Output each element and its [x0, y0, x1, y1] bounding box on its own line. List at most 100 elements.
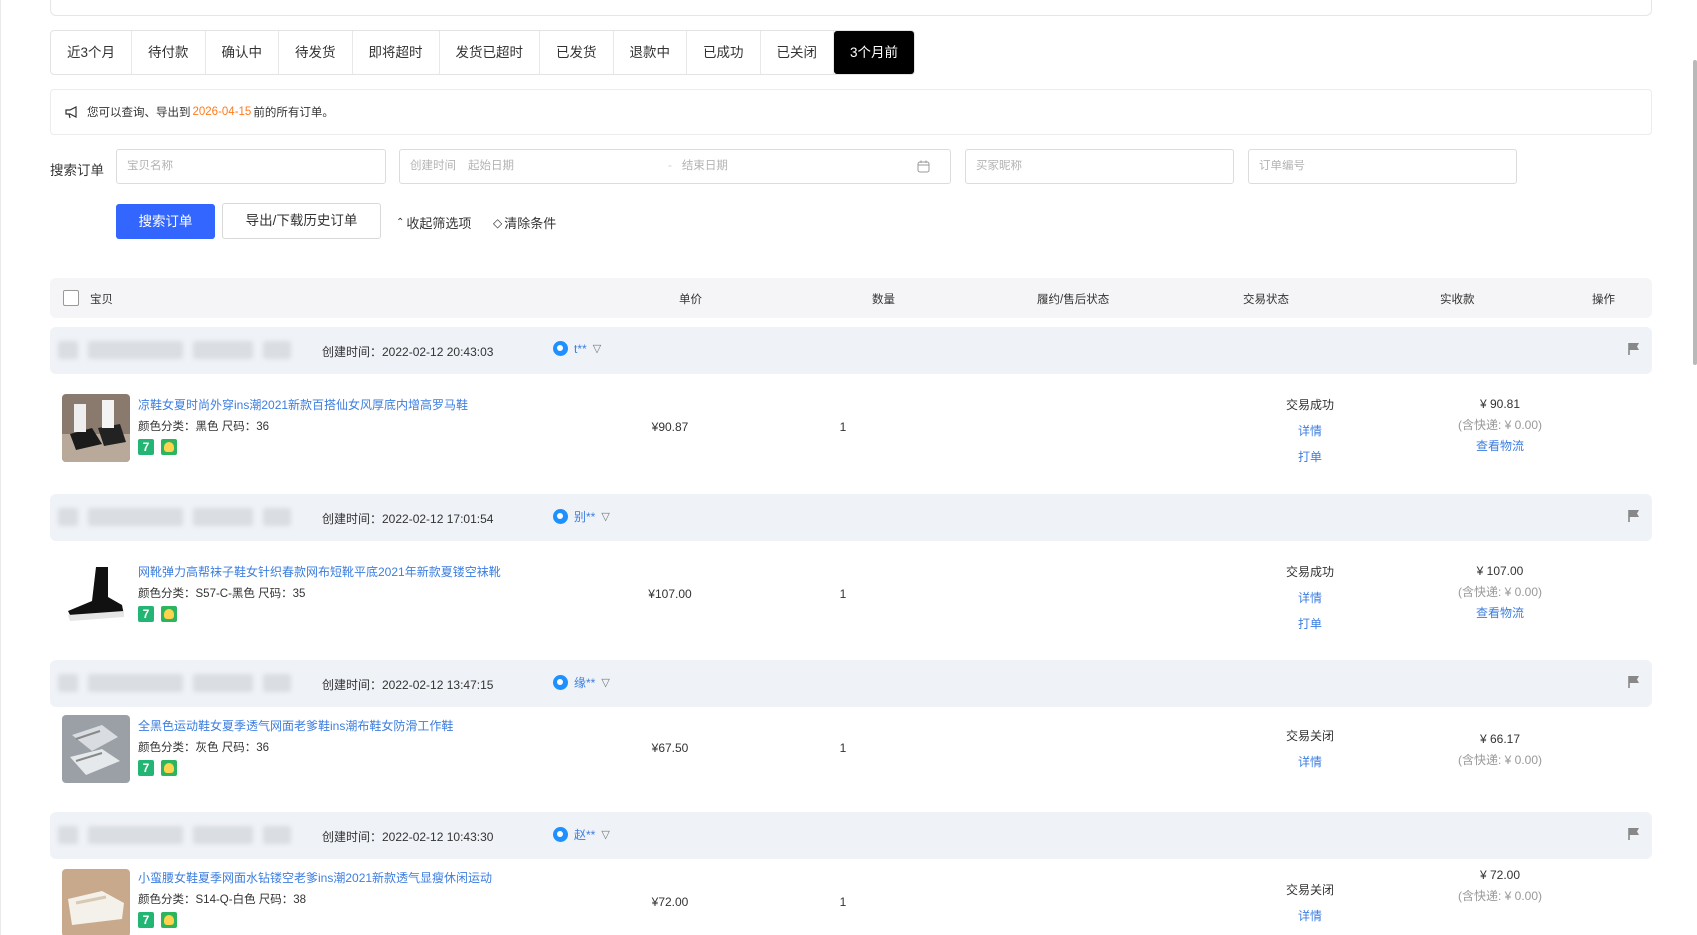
tab-3-months-ago[interactable]: 3个月前: [834, 31, 915, 74]
order-card: 创建时间：2022-02-12 10:43:30 赵** ▽ 小蛮腰女鞋夏季网面…: [50, 812, 1652, 935]
guarantee-icon: [161, 760, 177, 776]
wangwang-chat-icon[interactable]: [553, 341, 568, 356]
unit-price: ¥72.00: [651, 895, 689, 909]
select-all-checkbox[interactable]: [63, 290, 79, 306]
order-created-time: 创建时间：2022-02-12 13:47:15: [322, 678, 494, 692]
notice-bar: 您可以查询、导出到 2026-04-15 前的所有订单。: [50, 89, 1652, 135]
tab-confirming[interactable]: 确认中: [206, 31, 280, 74]
wangwang-chat-icon[interactable]: [553, 675, 568, 690]
detail-link[interactable]: 详情: [1260, 903, 1360, 929]
service-badges: 7: [138, 912, 177, 928]
start-date-input[interactable]: 起始日期: [468, 150, 658, 183]
guarantee-icon: [161, 606, 177, 622]
product-title-link[interactable]: 全黑色运动鞋女夏季透气网面老爹鞋ins潮布鞋女防滑工作鞋: [138, 717, 453, 734]
export-history-button[interactable]: 导出/下载历史订单: [222, 203, 381, 239]
shipping-fee: (含快递: ¥ 0.00): [1457, 418, 1543, 432]
product-thumbnail[interactable]: [62, 869, 130, 935]
product-title-link[interactable]: 凉鞋女夏时尚外穿ins潮2021新款百搭仙女风厚底内增高罗马鞋: [138, 396, 468, 413]
notice-date: 2026-04-15: [192, 106, 252, 118]
buyer-nickname-input[interactable]: [976, 160, 1233, 172]
detail-link[interactable]: 详情: [1260, 749, 1360, 775]
detail-link[interactable]: 详情: [1260, 418, 1360, 444]
product-thumbnail[interactable]: [62, 561, 130, 629]
trade-status-cell: 交易关闭 详情: [1260, 877, 1360, 929]
buyer-nickname-field[interactable]: [965, 149, 1234, 184]
search-orders-button[interactable]: 搜索订单: [116, 204, 215, 239]
buyer-nickname[interactable]: 缘**: [574, 674, 595, 691]
tab-pending-payment[interactable]: 待付款: [132, 31, 206, 74]
unit-price: ¥107.00: [648, 587, 692, 601]
filter-icon[interactable]: ▽: [593, 342, 601, 355]
product-sku: 颜色分类：S57-C-黑色 尺码：35: [138, 588, 306, 600]
order-body: 凉鞋女夏时尚外穿ins潮2021新款百搭仙女风厚底内增高罗马鞋 颜色分类：黑色 …: [50, 374, 1652, 484]
shipping-fee: (含快递: ¥ 0.00): [1457, 889, 1543, 903]
trade-status-cell: 交易成功 详情 打单: [1260, 392, 1360, 470]
service-badges: 7: [138, 606, 177, 622]
product-thumbnail[interactable]: [62, 394, 130, 462]
vertical-scrollbar[interactable]: [1693, 60, 1697, 365]
product-thumbnail[interactable]: [62, 715, 130, 783]
tab-about-to-timeout[interactable]: 即将超时: [353, 31, 440, 74]
tab-shipped[interactable]: 已发货: [540, 31, 614, 74]
tab-succeeded[interactable]: 已成功: [687, 31, 761, 74]
flag-icon[interactable]: [1628, 342, 1640, 356]
shipping-fee: (含快递: ¥ 0.00): [1457, 753, 1543, 767]
tab-refunding[interactable]: 退款中: [614, 31, 688, 74]
buyer-info[interactable]: 缘** ▽: [553, 674, 610, 691]
buyer-nickname[interactable]: 别**: [574, 508, 595, 525]
order-header: 创建时间：2022-02-12 13:47:15 缘** ▽: [50, 660, 1652, 707]
filter-icon[interactable]: ▽: [601, 676, 609, 689]
detail-link[interactable]: 详情: [1260, 585, 1360, 611]
order-header: 创建时间：2022-02-12 17:01:54 别** ▽: [50, 494, 1652, 541]
print-order-link[interactable]: 打单: [1260, 444, 1360, 470]
collapse-filters-label: 收起筛选项: [406, 216, 472, 231]
trade-status: 交易关闭: [1285, 729, 1334, 743]
buyer-info[interactable]: t** ▽: [553, 341, 601, 356]
order-card: 创建时间：2022-02-12 17:01:54 别** ▽ 网靴弹力高帮袜子鞋…: [50, 494, 1652, 651]
header-item: 宝贝: [90, 294, 113, 306]
item-name-input[interactable]: [127, 160, 385, 172]
flag-icon[interactable]: [1628, 827, 1640, 841]
flag-icon[interactable]: [1628, 509, 1640, 523]
order-number-input[interactable]: [1259, 160, 1516, 172]
view-logistics-link[interactable]: 查看物流: [1445, 603, 1555, 624]
tab-shipment-timeout[interactable]: 发货已超时: [440, 31, 541, 74]
item-name-field[interactable]: [116, 149, 386, 184]
order-created-time: 创建时间：2022-02-12 10:43:30: [322, 830, 494, 844]
buyer-info[interactable]: 别** ▽: [553, 508, 610, 525]
buyer-info[interactable]: 赵** ▽: [553, 826, 610, 843]
order-header: 创建时间：2022-02-12 10:43:30 赵** ▽: [50, 812, 1652, 859]
collapse-filters-link[interactable]: ⌃ 收起筛选项: [396, 213, 471, 232]
created-time-range[interactable]: 创建时间 起始日期 - 结束日期: [399, 149, 951, 184]
product-title-link[interactable]: 网靴弹力高帮袜子鞋女针织春款网布短靴平底2021年新款夏镂空袜靴: [138, 563, 501, 580]
calendar-icon[interactable]: [917, 160, 930, 173]
order-body: 全黑色运动鞋女夏季透气网面老爹鞋ins潮布鞋女防滑工作鞋 颜色分类：灰色 尺码：…: [50, 707, 1652, 799]
clear-conditions-link[interactable]: ◇ 清除条件: [493, 213, 556, 232]
filter-icon[interactable]: ▽: [601, 828, 609, 841]
view-logistics-link[interactable]: 查看物流: [1445, 436, 1555, 457]
order-created-time: 创建时间：2022-02-12 20:43:03: [322, 345, 494, 359]
tab-closed[interactable]: 已关闭: [761, 31, 835, 74]
end-date-input[interactable]: 结束日期: [682, 150, 917, 183]
table-header: 宝贝 单价 数量 履约/售后状态 交易状态 实收款 操作: [50, 278, 1652, 318]
product-sku: 颜色分类：S14-Q-白色 尺码：38: [138, 894, 307, 906]
created-time-label: 创建时间: [410, 160, 456, 172]
buyer-nickname[interactable]: t**: [574, 342, 587, 356]
order-number-field[interactable]: [1248, 149, 1517, 184]
buyer-nickname[interactable]: 赵**: [574, 826, 595, 843]
notice-suffix: 前的所有订单。: [253, 107, 334, 119]
header-unit-price: 单价: [679, 294, 702, 306]
filter-icon[interactable]: ▽: [601, 510, 609, 523]
received-amount-cell: ¥ 72.00 (含快递: ¥ 0.00): [1445, 865, 1555, 907]
wangwang-chat-icon[interactable]: [553, 827, 568, 842]
unit-price: ¥90.87: [651, 420, 689, 434]
product-title-link[interactable]: 小蛮腰女鞋夏季网面水钻镂空老爹ins潮2021新款透气显瘦休闲运动: [138, 869, 492, 886]
header-quantity: 数量: [872, 294, 895, 306]
quantity: 1: [839, 741, 847, 755]
tab-pending-shipment[interactable]: 待发货: [279, 31, 353, 74]
print-order-link[interactable]: 打单: [1260, 611, 1360, 637]
tab-recent-3-months[interactable]: 近3个月: [51, 31, 133, 74]
trade-status-cell: 交易成功 详情 打单: [1260, 559, 1360, 637]
wangwang-chat-icon[interactable]: [553, 509, 568, 524]
flag-icon[interactable]: [1628, 675, 1640, 689]
